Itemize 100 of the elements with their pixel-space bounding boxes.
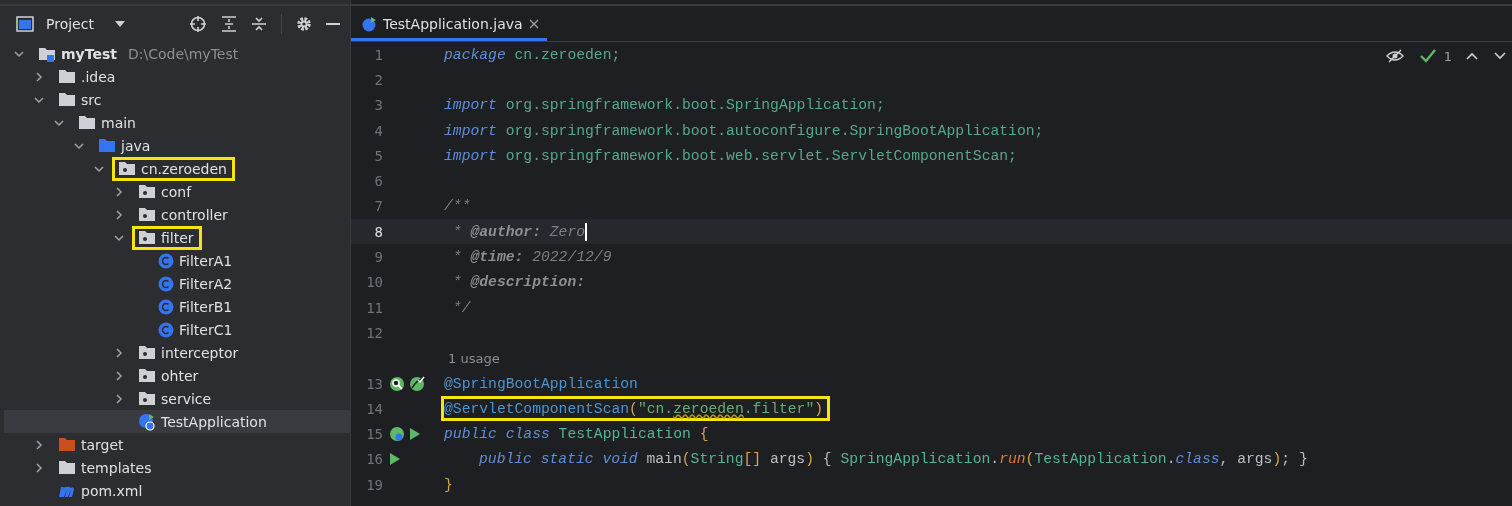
line-number: 15	[365, 426, 383, 443]
bean-search-icon[interactable]	[389, 375, 405, 392]
tree-item[interactable]: FilterC1	[4, 318, 350, 341]
tree-item-label: service	[161, 390, 212, 407]
tree-item[interactable]: .idea	[4, 65, 350, 88]
line-number: 6	[373, 173, 383, 190]
tree-item[interactable]: ohter	[4, 364, 350, 387]
bean-icon[interactable]	[389, 426, 405, 443]
inspection-count[interactable]: 1	[1443, 48, 1452, 64]
line-number: 1	[373, 46, 383, 63]
line-number: 19	[365, 476, 383, 493]
code-line: * @author: Zero	[451, 221, 589, 243]
tree-item[interactable]: src	[4, 88, 350, 111]
tree-item-label: myTest	[61, 45, 117, 62]
tree-item-label: TestApplication	[161, 413, 267, 430]
collapse-all-icon[interactable]	[251, 16, 267, 32]
tree-item-label: ohter	[161, 367, 199, 384]
reader-mode-icon[interactable]	[1385, 49, 1404, 63]
tree-item-label: FilterA1	[179, 252, 233, 269]
line-number: 3	[373, 97, 383, 114]
line-number: 10	[365, 274, 383, 291]
check-icon[interactable]	[1419, 48, 1436, 64]
tree-item-label: interceptor	[161, 344, 239, 361]
line-number: 16	[365, 451, 383, 468]
close-icon[interactable]	[528, 18, 539, 29]
code-line: import org.springframework.boot.web.servlet.ServletComponentScan;	[443, 146, 1018, 166]
tree-item[interactable]: FilterB1	[4, 295, 350, 318]
code-line: * @description:	[451, 273, 587, 293]
tree-item[interactable]: target	[4, 433, 350, 456]
tree-item[interactable]: service	[4, 387, 350, 410]
line-number: 11	[365, 299, 383, 316]
package-folder-icon	[138, 207, 156, 222]
code-line: package cn.zeroeden;	[443, 45, 622, 65]
panel-icon	[16, 16, 34, 32]
panel-title: Project	[46, 16, 94, 32]
line-number: 14	[365, 400, 383, 417]
expand-all-icon[interactable]	[221, 16, 237, 32]
dropdown-caret-icon[interactable]	[113, 20, 126, 28]
text-cursor	[585, 222, 588, 241]
run-icon[interactable]	[409, 427, 421, 442]
tree-item[interactable]: pom.xml	[4, 479, 350, 502]
module-path: D:\Code\myTest	[127, 45, 239, 62]
tree-item-label: FilterA2	[179, 275, 233, 292]
class-icon	[158, 298, 174, 315]
code-line: import org.springframework.boot.autoconfigure.SpringBootApplication;	[443, 121, 1045, 141]
class-icon	[138, 412, 156, 431]
folder-icon	[58, 437, 76, 452]
tree-item-label: main	[101, 114, 136, 131]
tree-item[interactable]: FilterA2	[4, 272, 350, 295]
minimize-icon[interactable]	[326, 22, 340, 26]
folder-icon	[78, 115, 96, 130]
code-line: import org.springframework.boot.SpringApplication;	[443, 96, 886, 116]
editor-tab[interactable]: TestApplication.java	[351, 9, 547, 41]
tree-item[interactable]: java	[4, 134, 350, 157]
usage-hint[interactable]: 1 usage	[448, 350, 500, 366]
tree-item-label: java	[121, 137, 151, 154]
class-icon	[158, 252, 174, 269]
class-icon	[361, 15, 377, 32]
code-line: public class TestApplication {	[443, 425, 710, 445]
tree-item[interactable]: FilterA1	[4, 249, 350, 272]
code-line: */	[451, 298, 472, 318]
class-icon	[158, 275, 174, 292]
folder-icon	[58, 69, 76, 84]
line-number: 9	[373, 249, 383, 265]
tree-item[interactable]: main	[4, 111, 350, 134]
tree-item-label: conf	[161, 183, 192, 200]
code-line: * @time: 2022/12/9	[451, 248, 613, 267]
tree-item[interactable]: TestApplication	[4, 410, 350, 433]
locate-icon[interactable]	[189, 15, 207, 33]
folder-icon	[98, 138, 116, 153]
bean-icon[interactable]	[409, 375, 425, 392]
line-number: 2	[373, 71, 383, 88]
run-icon[interactable]	[389, 452, 401, 467]
line-number: 4	[373, 122, 383, 139]
tree-item[interactable]: myTest D:\Code\myTest	[4, 42, 350, 65]
tree-item[interactable]: filter	[4, 226, 350, 249]
folder-icon	[58, 92, 76, 107]
code-line: @SpringBootApplication	[443, 374, 639, 394]
package-folder-icon	[138, 184, 156, 199]
tree-item[interactable]: controller	[4, 203, 350, 226]
line-number: 7	[373, 198, 383, 215]
folder-icon	[58, 460, 76, 475]
tree-item-label: FilterC1	[179, 321, 233, 338]
tree-item[interactable]: cn.zeroeden	[4, 157, 350, 180]
package-folder-icon	[138, 391, 156, 406]
tree-item-label: target	[81, 436, 124, 453]
tree-item[interactable]: interceptor	[4, 341, 350, 364]
tree-item-label: cn.zeroeden	[141, 160, 227, 177]
line-number: 13	[365, 375, 383, 392]
package-folder-icon	[138, 368, 156, 383]
tree-item[interactable]: conf	[4, 180, 350, 203]
settings-icon[interactable]	[296, 16, 312, 32]
code-line: /**	[443, 197, 472, 217]
line-number: 12	[365, 324, 383, 341]
line-number: 8	[373, 223, 383, 240]
package-folder-icon	[118, 161, 136, 176]
tree-item-label: .idea	[81, 68, 116, 85]
code-line: public static void main(String[] args) { SpringApplication.run(TestApplication.class, args); }	[478, 450, 1309, 470]
tree-item-label: filter	[161, 229, 194, 246]
tree-item[interactable]: templates	[4, 456, 350, 479]
